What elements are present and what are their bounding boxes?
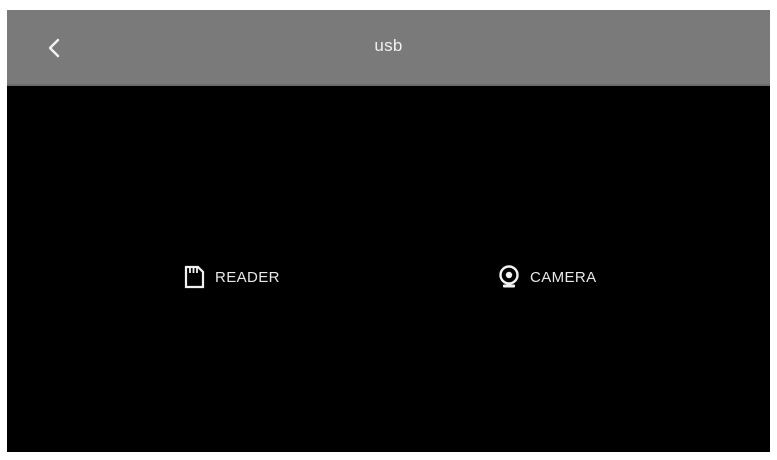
webcam-icon: [496, 264, 522, 290]
camera-label: CAMERA: [530, 268, 597, 286]
usb-screen: usb READER CAMERA: [7, 10, 770, 452]
reader-option[interactable]: READER: [181, 262, 280, 292]
sd-card-icon: [181, 264, 207, 290]
camera-option[interactable]: CAMERA: [496, 262, 597, 292]
page-title: usb: [374, 36, 403, 55]
reader-label: READER: [215, 268, 280, 286]
title-bar: usb: [7, 10, 770, 86]
